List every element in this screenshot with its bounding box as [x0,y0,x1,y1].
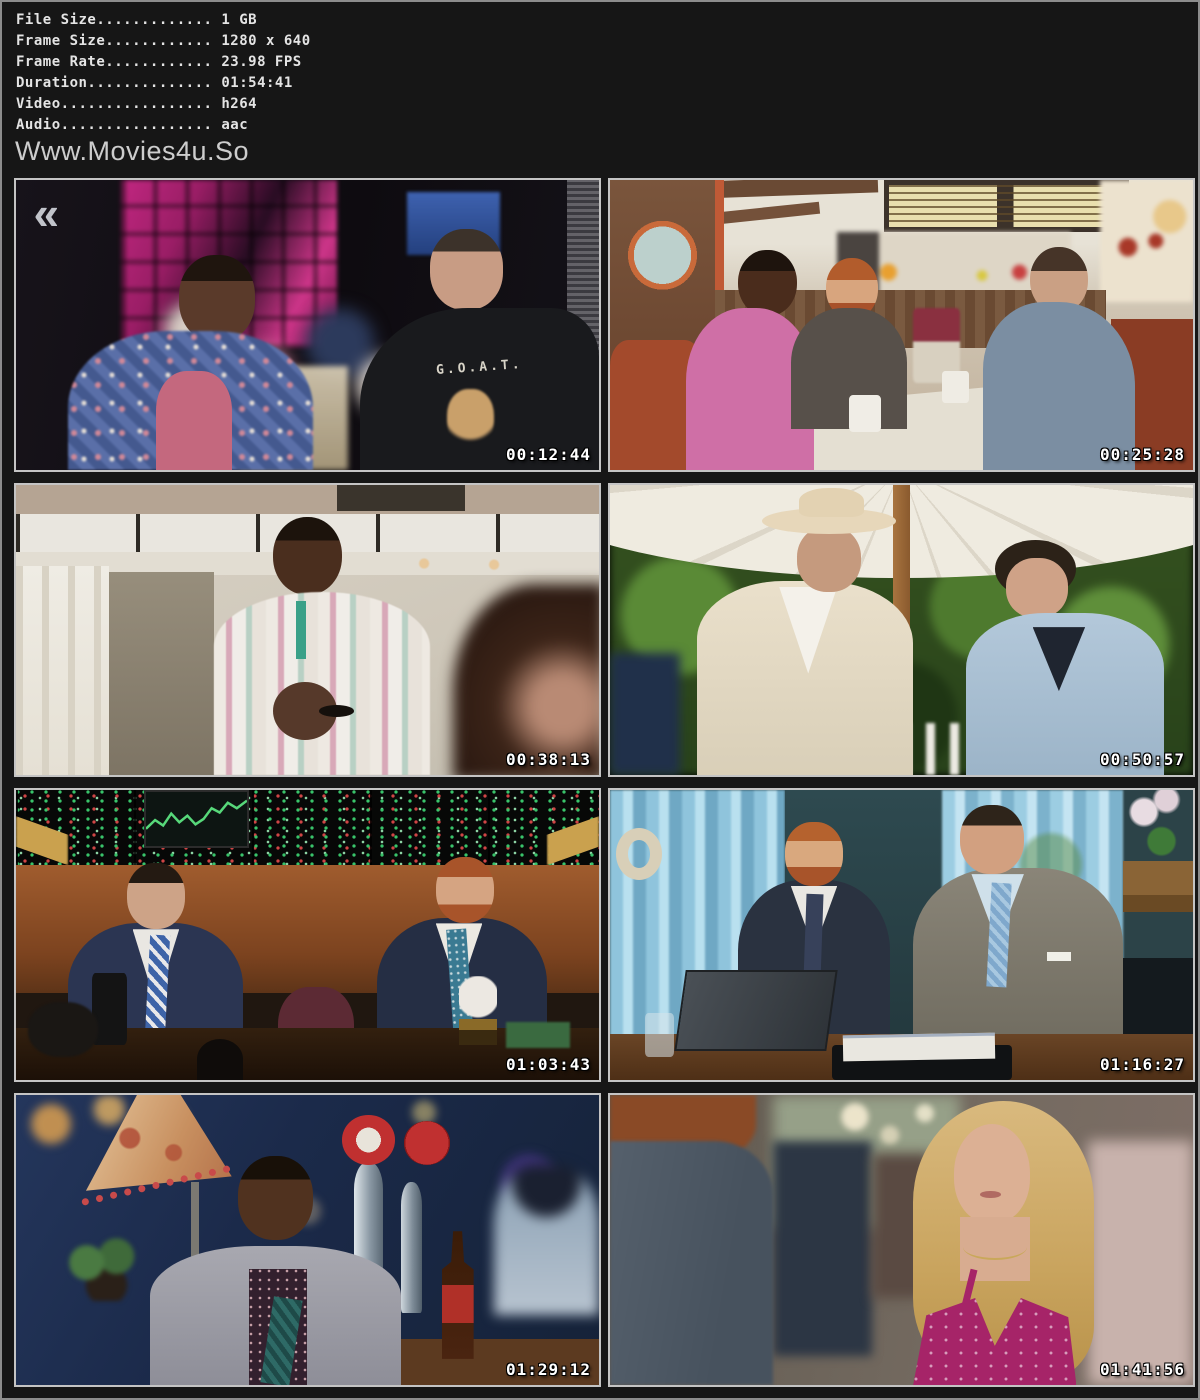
info-file-size: File Size............. 1 GB [16,10,311,31]
scene-art-lobby [16,485,599,775]
blurred-guest-navy [773,1141,872,1356]
baseball-trophy [459,976,497,1046]
screenshot-2-diner: 00:25:28 [608,178,1195,472]
scene-art-nightclub: « G.O.A.T. [16,180,599,470]
media-info-block: File Size............. 1 GB Frame Size..… [16,10,311,136]
woman-face [954,1124,1030,1223]
beer-tap-2 [401,1182,422,1313]
left-man-head [738,250,796,317]
scene-art-meeting [610,790,1193,1080]
dark-opening [337,485,465,511]
right-man-head [436,857,494,924]
beer-badge-2 [404,1121,451,1165]
goat-shirt-graphic [447,389,494,447]
cowboy-hat-crown [799,488,863,517]
timestamp-overlay: 00:25:28 [1100,445,1185,464]
scene-art-patio [610,485,1193,775]
right-man-gray-suit [913,868,1123,1059]
foreground-man-back [610,1141,773,1385]
screenshot-7-night-bar: 01:29:12 [14,1093,601,1387]
right-man-head [1006,558,1067,619]
timestamp-overlay: 00:12:44 [506,445,591,464]
bull-statue [28,1002,98,1057]
timestamp-overlay: 01:03:43 [506,1055,591,1074]
doorway [109,572,214,775]
laptop [674,970,837,1051]
right-man-head [960,805,1024,875]
info-audio: Audio................. aac [16,115,311,136]
dark-monitor [1123,958,1193,1045]
left-man-head [785,822,843,886]
left-man-head [127,863,185,930]
screenshot-5-trading-office: 01:03:43 [14,788,601,1082]
scene-art-trading [16,790,599,1080]
menu-boards [884,180,1129,232]
left-man-pink-tee [156,371,232,470]
screenshot-1-nightclub: « G.O.A.T. 00:12:44 [14,178,601,472]
stock-chart-line [146,792,247,846]
screenshot-8-party: 01:41:56 [608,1093,1195,1387]
ring-sculpture [616,828,663,880]
green-lanyard [296,601,306,659]
site-watermark: Www.Movies4u.So [15,136,249,167]
stock-chart-monitor [144,790,249,848]
left-man-tie [804,894,825,982]
timestamp-overlay: 00:38:13 [506,750,591,769]
scene-art-bar [16,1095,599,1385]
wall-chevron-logo: « [33,186,59,240]
man-head [238,1156,314,1240]
blurred-guest-pink [1088,1141,1193,1385]
info-frame-size: Frame Size............ 1280 x 640 [16,31,311,52]
coffee-mug-2 [942,371,968,403]
gold-necklace [963,1234,1027,1260]
woman-lips [980,1191,1000,1198]
timestamp-overlay: 01:16:27 [1100,1055,1185,1074]
screenshot-6-meeting-room: 01:16:27 [608,788,1195,1082]
blurred-patron [494,1165,599,1316]
man-head [273,517,343,595]
left-man-head [179,255,255,342]
info-frame-rate: Frame Rate............ 23.98 FPS [16,52,311,73]
timestamp-overlay: 01:41:56 [1100,1360,1185,1379]
right-man-head [430,229,503,310]
street-window [1100,180,1193,302]
beer-badge [342,1115,394,1164]
scene-art-diner [610,180,1193,470]
blurred-guest [610,653,680,775]
pocket-square [1047,952,1070,961]
coffee-mug [849,395,881,433]
movie-screenshot-sheet: { "page": { "background": "#161616", "ou… [0,0,1200,1400]
info-duration: Duration.............. 01:54:41 [16,73,311,94]
scene-art-party [610,1095,1193,1385]
timestamp-overlay: 00:50:57 [1100,750,1185,769]
orchid-plant [1123,790,1193,912]
bracelet [319,705,354,717]
timestamp-overlay: 01:29:12 [506,1360,591,1379]
stock-ticker-board [16,790,599,865]
pastel-striped-shirt [214,592,430,775]
screenshot-4-patio: 00:50:57 [608,483,1195,777]
white-panel-wall [16,566,109,775]
left-man-head [797,526,861,593]
info-video: Video................. h264 [16,94,311,115]
screenshot-3-lobby: 00:38:13 [14,483,601,777]
report-paper [843,1032,995,1061]
water-glass [645,1013,674,1057]
potted-plant [57,1237,156,1301]
green-folder [506,1022,570,1048]
coffee-cup [197,1039,244,1080]
